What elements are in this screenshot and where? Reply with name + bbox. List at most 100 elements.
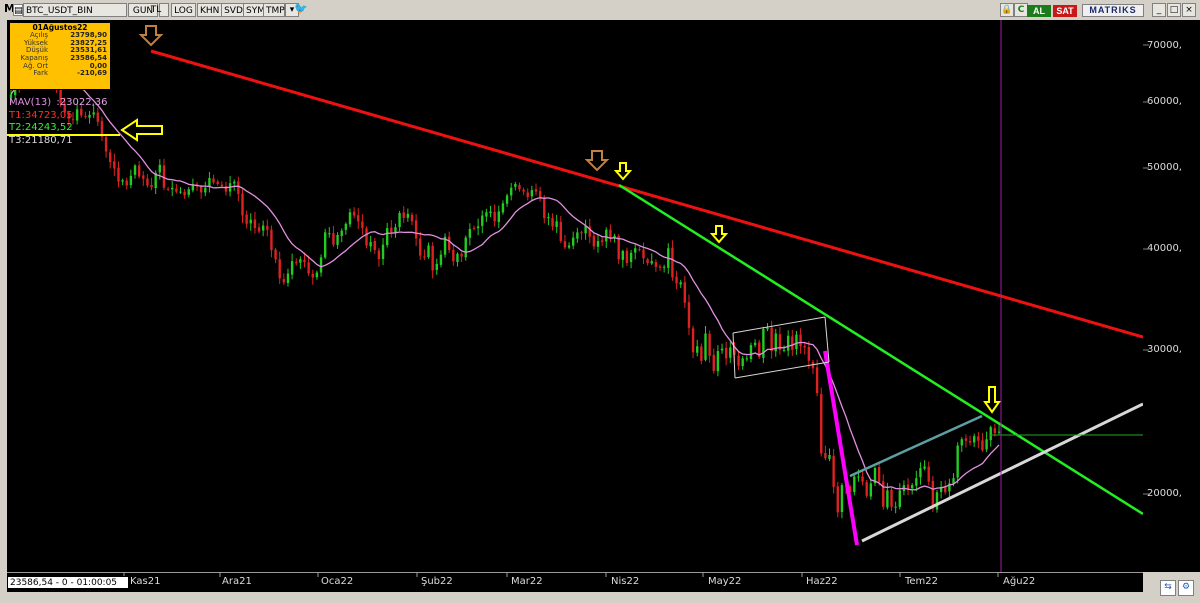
candle-body[interactable] [394,227,397,233]
candle-body[interactable] [832,455,835,487]
t2-label[interactable]: T2:24243,52 [9,122,73,134]
candle-body[interactable] [381,244,385,260]
candle-body[interactable] [729,347,732,358]
candle-body[interactable] [956,445,959,478]
candle-body[interactable] [534,189,538,192]
candle-body[interactable] [187,189,190,195]
candle-body[interactable] [877,467,881,482]
candle-body[interactable] [447,236,451,251]
candle-body[interactable] [501,203,505,213]
candle-body[interactable] [522,189,525,192]
candle-body[interactable] [518,184,521,190]
candle-body[interactable] [915,478,918,486]
candle-body[interactable] [919,468,922,478]
candle-body[interactable] [510,187,513,196]
candle-body[interactable] [158,164,162,173]
candle-body[interactable] [828,454,831,459]
candle-body[interactable] [576,232,579,239]
candle-body[interactable] [133,165,137,175]
candle-body[interactable] [654,262,658,267]
candle-body[interactable] [580,232,583,234]
candle-body[interactable] [596,241,600,247]
candle-body[interactable] [894,506,897,508]
candle-body[interactable] [373,241,376,251]
candle-body[interactable] [882,481,885,507]
candle-body[interactable] [638,249,641,251]
candle-body[interactable] [237,181,240,194]
candle-body[interactable] [299,259,302,263]
candle-body[interactable] [435,263,438,270]
candle-body[interactable] [662,266,666,268]
candle-body[interactable] [646,259,649,264]
candle-body[interactable] [782,349,786,351]
candle-body[interactable] [481,215,484,226]
chart-type-icon[interactable]: ▤ [13,4,23,16]
candle-body[interactable] [886,490,889,508]
candle-body[interactable] [857,476,860,478]
candle-body[interactable] [361,221,364,229]
candle-body[interactable] [985,439,988,450]
candle-body[interactable] [791,336,794,350]
twitter-bird-icon[interactable]: 🐦 [294,3,308,17]
candle-body[interactable] [249,219,252,224]
candle-body[interactable] [357,215,360,222]
candle-body[interactable] [766,327,769,330]
candle-body[interactable] [820,394,823,454]
candle-body[interactable] [815,367,819,394]
flag-top-line[interactable] [732,316,826,334]
candle-body[interactable] [406,213,410,218]
candle-body[interactable] [369,242,372,247]
maximize-icon[interactable]: □ [1167,3,1181,17]
candle-body[interactable] [485,212,488,217]
candle-body[interactable] [803,345,806,348]
candle-body[interactable] [621,250,625,260]
candle-body[interactable] [278,259,281,279]
candle-body[interactable] [224,186,228,192]
candle-body[interactable] [910,485,914,489]
candle-body[interactable] [419,238,422,256]
candle-body[interactable] [708,333,711,356]
candle-body[interactable] [340,230,343,236]
candle-body[interactable] [307,262,310,274]
candle-body[interactable] [295,262,298,264]
candle-body[interactable] [609,229,612,239]
candle-body[interactable] [824,453,827,459]
t1-label[interactable]: T1:34723,05 [9,110,73,122]
candle-body[interactable] [972,436,976,443]
candle-body[interactable] [348,212,352,225]
candle-body[interactable] [853,476,856,492]
candle-body[interactable] [146,178,149,186]
candle-body[interactable] [323,232,327,258]
candle-body[interactable] [683,282,687,303]
candle-body[interactable] [935,492,939,510]
candle-body[interactable] [137,165,141,177]
candle-body[interactable] [530,190,534,197]
candle-body[interactable] [125,180,128,186]
candle-body[interactable] [497,211,500,223]
candle-body[interactable] [997,431,1001,433]
candle-body[interactable] [199,186,203,193]
candle-body[interactable] [179,191,182,193]
candle-body[interactable] [526,192,529,198]
candle-body[interactable] [332,233,335,245]
candle-body[interactable] [431,245,434,271]
candle-body[interactable] [460,253,463,257]
candle-body[interactable] [989,427,992,441]
candle-body[interactable] [737,355,740,366]
symbol-field[interactable]: BTC_USDT_BIN [23,3,127,17]
candle-body[interactable] [311,273,314,278]
candle-body[interactable] [547,217,550,219]
candle-body[interactable] [807,347,811,361]
candle-body[interactable] [786,335,790,351]
candle-body[interactable] [80,108,83,116]
candle-body[interactable] [439,254,443,265]
candle-body[interactable] [109,152,112,163]
candle-body[interactable] [567,245,571,248]
candle-body[interactable] [906,484,910,489]
t3-label[interactable]: T3:21180,71 [9,135,73,147]
candle-body[interactable] [336,234,339,245]
candle-body[interactable] [204,187,207,193]
candle-body[interactable] [572,237,575,246]
candle-body[interactable] [212,178,215,183]
candle-body[interactable] [964,438,968,441]
